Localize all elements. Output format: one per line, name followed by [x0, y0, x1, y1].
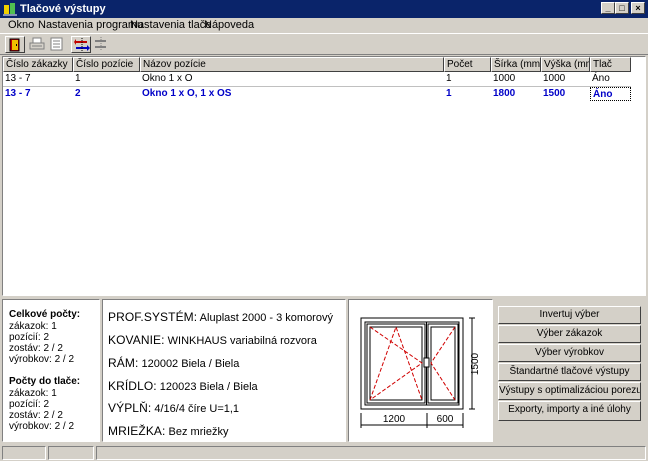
info-value: Bez mriežky [168, 426, 229, 438]
col-header-cislo-pozicie[interactable]: Číslo pozície [73, 57, 140, 72]
cell-zakazka: 13 - 7 [5, 88, 31, 99]
exports-imports-button[interactable]: Exporty, importy a iné úlohy [498, 401, 641, 421]
standard-outputs-button[interactable]: Štandartné tlačové výstupy [498, 363, 641, 381]
cell-pozicia: 1 [75, 73, 81, 84]
print-preview-button[interactable] [47, 36, 67, 53]
info-kridlo: KRÍDLO: 120023 Biela / Biela [108, 379, 258, 393]
optimized-outputs-button[interactable]: Výstupy s optimalizáciou porezu [498, 382, 641, 400]
dim-left-label: 1200 [383, 414, 406, 425]
swap-disabled-button[interactable] [91, 36, 111, 53]
exit-icon [9, 38, 20, 52]
window-title: Tlačové výstupy [20, 3, 106, 15]
invert-selection-button[interactable]: Invertuj výber [498, 306, 641, 324]
position-info-panel: PROF.SYSTÉM: Aluplast 2000 - 3 komorový … [102, 299, 346, 442]
total-count-line: pozícií: 2 [9, 332, 50, 343]
total-count-line: výrobkov: 2 / 2 [9, 354, 75, 365]
cell-tlac[interactable]: Áno [590, 72, 631, 86]
exit-button[interactable] [5, 36, 25, 53]
close-icon: × [635, 3, 641, 13]
status-bar [0, 445, 648, 461]
maximize-icon: □ [619, 3, 625, 13]
cell-vyska: 1000 [543, 73, 566, 84]
cell-tlac[interactable]: Áno [590, 87, 631, 101]
toolbar [0, 33, 648, 55]
info-label: MRIEŽKA: [108, 424, 166, 438]
app-icon [3, 3, 17, 16]
info-value: Aluplast 2000 - 3 komorový [199, 312, 333, 324]
cell-zakazka: 13 - 7 [5, 73, 31, 84]
info-value: 120023 Biela / Biela [159, 381, 258, 393]
info-value: 4/16/4 číre U=1,1 [154, 403, 240, 415]
status-pane [96, 446, 646, 460]
swap-button[interactable] [71, 36, 91, 53]
menu-napoveda[interactable]: Nápoveda [204, 19, 254, 32]
dim-height-label: 1500 [470, 352, 481, 375]
dim-right-label: 600 [437, 414, 454, 425]
col-header-vyska[interactable]: Výška (mm) [541, 57, 590, 72]
swap-arrows-icon [74, 38, 90, 52]
menu-nastavenia-programu[interactable]: Nastavenia programu [38, 19, 143, 32]
info-label: KOVANIE: [108, 333, 165, 347]
cell-pocet: 1 [446, 88, 452, 99]
print-icon [29, 37, 45, 50]
info-prof-system: PROF.SYSTÉM: Aluplast 2000 - 3 komorový [108, 310, 333, 324]
info-kovanie: KOVANIE: WINKHAUS variabilná rozvora [108, 333, 317, 347]
print-button[interactable] [27, 36, 47, 53]
info-label: VÝPLŇ: [108, 401, 152, 415]
info-label: RÁM: [108, 356, 139, 370]
total-count-line: zákazok: 1 [9, 321, 57, 332]
info-label: KRÍDLO: [108, 379, 157, 393]
close-button[interactable]: × [631, 2, 645, 14]
col-header-sirka[interactable]: Šírka (mm) [491, 57, 541, 72]
maximize-button[interactable]: □ [615, 2, 629, 14]
col-header-pocet[interactable]: Počet [444, 57, 491, 72]
status-pane [2, 446, 46, 460]
select-products-button[interactable]: Výber výrobkov [498, 344, 641, 362]
info-ram: RÁM: 120002 Biela / Biela [108, 356, 239, 370]
info-mriezka: MRIEŽKA: Bez mriežky [108, 424, 228, 438]
select-orders-button[interactable]: Výber zákazok [498, 325, 641, 343]
cell-nazov: Okno 1 x O, 1 x OS [142, 88, 232, 99]
menu-okno[interactable]: Okno [8, 19, 34, 32]
status-pane [48, 446, 94, 460]
minimize-icon: _ [605, 3, 611, 13]
positions-table[interactable]: Číslo zákazky Číslo pozície Názov pozíci… [2, 56, 646, 296]
cell-pozicia: 2 [75, 88, 81, 99]
counts-panel: Celkové počty: zákazok: 1 pozícií: 2 zos… [2, 299, 100, 442]
print-count-line: pozícií: 2 [9, 399, 50, 410]
total-count-line: zostáv: 2 / 2 [9, 343, 63, 354]
col-header-nazov-pozicie[interactable]: Názov pozície [140, 57, 444, 72]
title-bar[interactable]: Tlačové výstupy _ □ × [0, 0, 648, 18]
handle-icon [423, 357, 430, 368]
minimize-button[interactable]: _ [601, 2, 615, 14]
cell-nazov: Okno 1 x O [142, 73, 193, 84]
cell-vyska: 1500 [543, 88, 566, 99]
print-count-line: zostáv: 2 / 2 [9, 410, 63, 421]
col-header-cislo-zakazky[interactable]: Číslo zákazky [3, 57, 73, 72]
info-value: WINKHAUS variabilná rozvora [167, 335, 317, 347]
swap-arrows-disabled-icon [95, 37, 106, 51]
app-window: Tlačové výstupy _ □ × Okno Nastavenia pr… [0, 0, 648, 461]
info-label: PROF.SYSTÉM: [108, 310, 198, 324]
cell-sirka: 1800 [493, 88, 516, 99]
print-counts-title: Počty do tlače: [9, 376, 81, 387]
cell-sirka: 1000 [493, 73, 516, 84]
cell-pocet: 1 [446, 73, 452, 84]
menu-nastavenia-tlace[interactable]: Nastavenia tlače [130, 19, 211, 32]
menu-bar: Okno Nastavenia programu Nastavenia tlač… [0, 18, 648, 33]
info-vypln: VÝPLŇ: 4/16/4 číre U=1,1 [108, 401, 239, 415]
col-header-tlac[interactable]: Tlač [590, 57, 631, 72]
info-value: 120002 Biela / Biela [141, 358, 240, 370]
window-drawing: 1500 1200 600 [360, 317, 481, 428]
print-count-line: výrobkov: 2 / 2 [9, 421, 75, 432]
print-preview-icon [50, 37, 63, 51]
window-drawing-panel: 1500 1200 600 [348, 299, 493, 442]
total-counts-title: Celkové počty: [9, 309, 81, 320]
print-count-line: zákazok: 1 [9, 388, 57, 399]
